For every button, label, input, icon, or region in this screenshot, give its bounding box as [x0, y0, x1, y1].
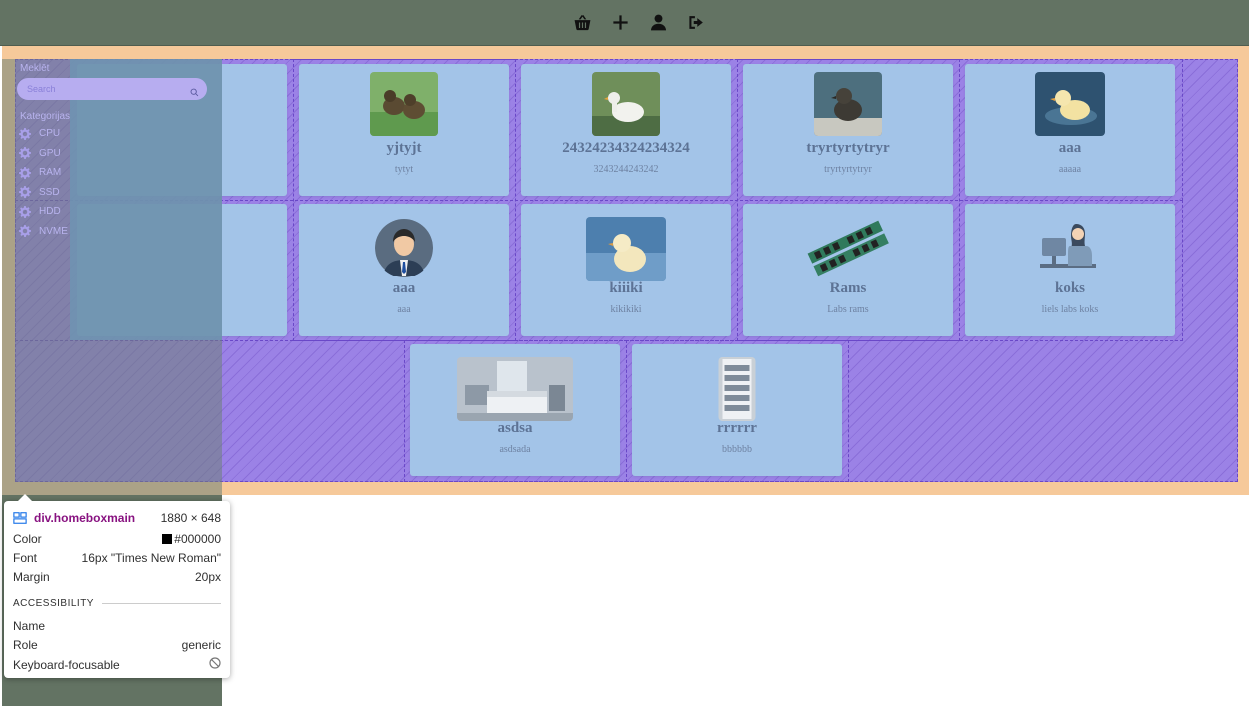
product-name[interactable]: aaa	[965, 140, 1175, 157]
product-card[interactable]: asdsa asdsada	[410, 344, 620, 476]
font-value: 16px "Times New Roman"	[81, 551, 221, 565]
focusable-label: Keyboard-focusable	[13, 657, 120, 672]
color-swatch	[162, 534, 173, 544]
category-gpu[interactable]: GPU	[19, 144, 215, 164]
categories-title: Kategorijas	[20, 111, 71, 122]
product-description: aaa	[397, 304, 411, 315]
plus-icon[interactable]	[608, 10, 632, 34]
product-description: bbbbbb	[722, 444, 752, 455]
sidebar-title: Meklēt	[20, 63, 50, 74]
top-navbar	[0, 0, 1249, 46]
product-card[interactable]: kiiiki kikikiki	[521, 204, 731, 336]
product-card[interactable]: rrrrrr bbbbbb	[632, 344, 842, 476]
product-image	[1036, 216, 1104, 280]
nav-icons	[570, 10, 708, 34]
product-image	[805, 216, 891, 280]
gear-icon	[19, 186, 31, 199]
product-card[interactable]: yjtyjt tytyt	[299, 64, 509, 196]
product-description: tytyt	[394, 164, 414, 175]
product-description: 3243244243242	[593, 164, 659, 175]
category-label: HDD	[39, 206, 61, 218]
category-nvme[interactable]: NVME	[19, 222, 215, 242]
not-focusable-icon	[209, 657, 221, 672]
search-placeholder: Search	[27, 84, 56, 94]
category-label: NVME	[39, 225, 68, 237]
gear-icon	[19, 127, 31, 140]
section-divider	[101, 603, 221, 604]
name-label: Name	[13, 619, 46, 633]
product-image	[814, 72, 882, 136]
product-name[interactable]: koks	[965, 280, 1175, 297]
product-description: liels labs koks	[1041, 304, 1099, 315]
accessibility-section-header: ACCESSIBILITY	[13, 598, 221, 609]
category-ram[interactable]: RAM	[19, 163, 215, 183]
category-label: RAM	[39, 167, 62, 179]
element-selector: div.homeboxmain	[34, 511, 136, 525]
product-image	[457, 357, 573, 421]
product-name[interactable]: tryrtyrtytryr	[743, 140, 953, 157]
product-name[interactable]: Rams	[743, 280, 953, 297]
tooltip-margin-row: Margin 20px	[13, 570, 221, 584]
logout-icon[interactable]	[684, 10, 708, 34]
search-icon[interactable]	[190, 83, 199, 97]
grid-layout-icon	[13, 511, 27, 525]
product-name[interactable]: asdsa	[410, 420, 620, 437]
product-name[interactable]: 24324234324234324	[521, 140, 731, 157]
basket-icon[interactable]	[570, 10, 594, 34]
margin-value: 20px	[194, 570, 221, 584]
gear-icon	[19, 166, 31, 179]
product-description: asdsada	[499, 444, 531, 455]
product-name[interactable]: kiiiki	[521, 280, 731, 297]
search-input[interactable]: Search	[17, 78, 207, 100]
sidebar: Meklēt Search Kategorijas CPU GPU RAM SS…	[15, 63, 215, 241]
product-card[interactable]: aaa aaa	[299, 204, 509, 336]
product-name[interactable]: yjtyjt	[299, 140, 509, 157]
product-description: tryrtyrtytryr	[824, 164, 872, 175]
product-description: kikikiki	[610, 304, 642, 315]
tooltip-focusable-row: Keyboard-focusable	[13, 657, 221, 672]
product-image	[370, 72, 438, 136]
role-label: Role	[13, 638, 38, 652]
user-icon[interactable]	[646, 10, 670, 34]
role-value: generic	[181, 638, 221, 652]
product-image	[586, 217, 666, 281]
product-image	[1035, 72, 1105, 136]
element-dimensions: 1880 × 648	[160, 511, 221, 525]
product-image	[592, 72, 660, 136]
category-hdd[interactable]: HDD	[19, 202, 215, 222]
font-label: Font	[13, 551, 38, 565]
tooltip-header: div.homeboxmain 1880 × 648	[13, 511, 221, 525]
tooltip-font-row: Font 16px "Times New Roman"	[13, 551, 221, 565]
tooltip-role-row: Role generic	[13, 638, 221, 652]
category-label: CPU	[39, 128, 61, 140]
product-card[interactable]: 24324234324234324 3243244243242	[521, 64, 731, 196]
tooltip-color-row: Color #000000	[13, 532, 221, 546]
product-name[interactable]: aaa	[299, 280, 509, 297]
margin-label: Margin	[13, 570, 50, 584]
gear-icon	[19, 147, 31, 160]
color-label: Color	[13, 532, 42, 546]
product-description: aaaaa	[1058, 164, 1082, 175]
category-cpu[interactable]: CPU	[19, 124, 215, 144]
category-label: SSD	[39, 186, 60, 198]
category-ssd[interactable]: SSD	[19, 183, 215, 203]
category-label: GPU	[39, 147, 61, 159]
product-card[interactable]: aaa aaaaa	[965, 64, 1175, 196]
product-image	[718, 357, 756, 421]
gear-icon	[19, 205, 31, 218]
accessibility-title: ACCESSIBILITY	[13, 598, 94, 609]
gear-icon	[19, 225, 31, 238]
product-card[interactable]: tryrtyrtytryr tryrtyrtytryr	[743, 64, 953, 196]
color-value: #000000	[174, 532, 221, 546]
product-name[interactable]: rrrrrr	[632, 420, 842, 437]
product-image	[375, 218, 433, 278]
product-card[interactable]: Rams Labs rams	[743, 204, 953, 336]
product-description: Labs rams	[827, 304, 869, 315]
devtools-inspect-tooltip: div.homeboxmain 1880 × 648 Color #000000…	[4, 494, 230, 678]
product-card[interactable]: koks liels labs koks	[965, 204, 1175, 336]
tooltip-name-row: Name	[13, 619, 221, 633]
